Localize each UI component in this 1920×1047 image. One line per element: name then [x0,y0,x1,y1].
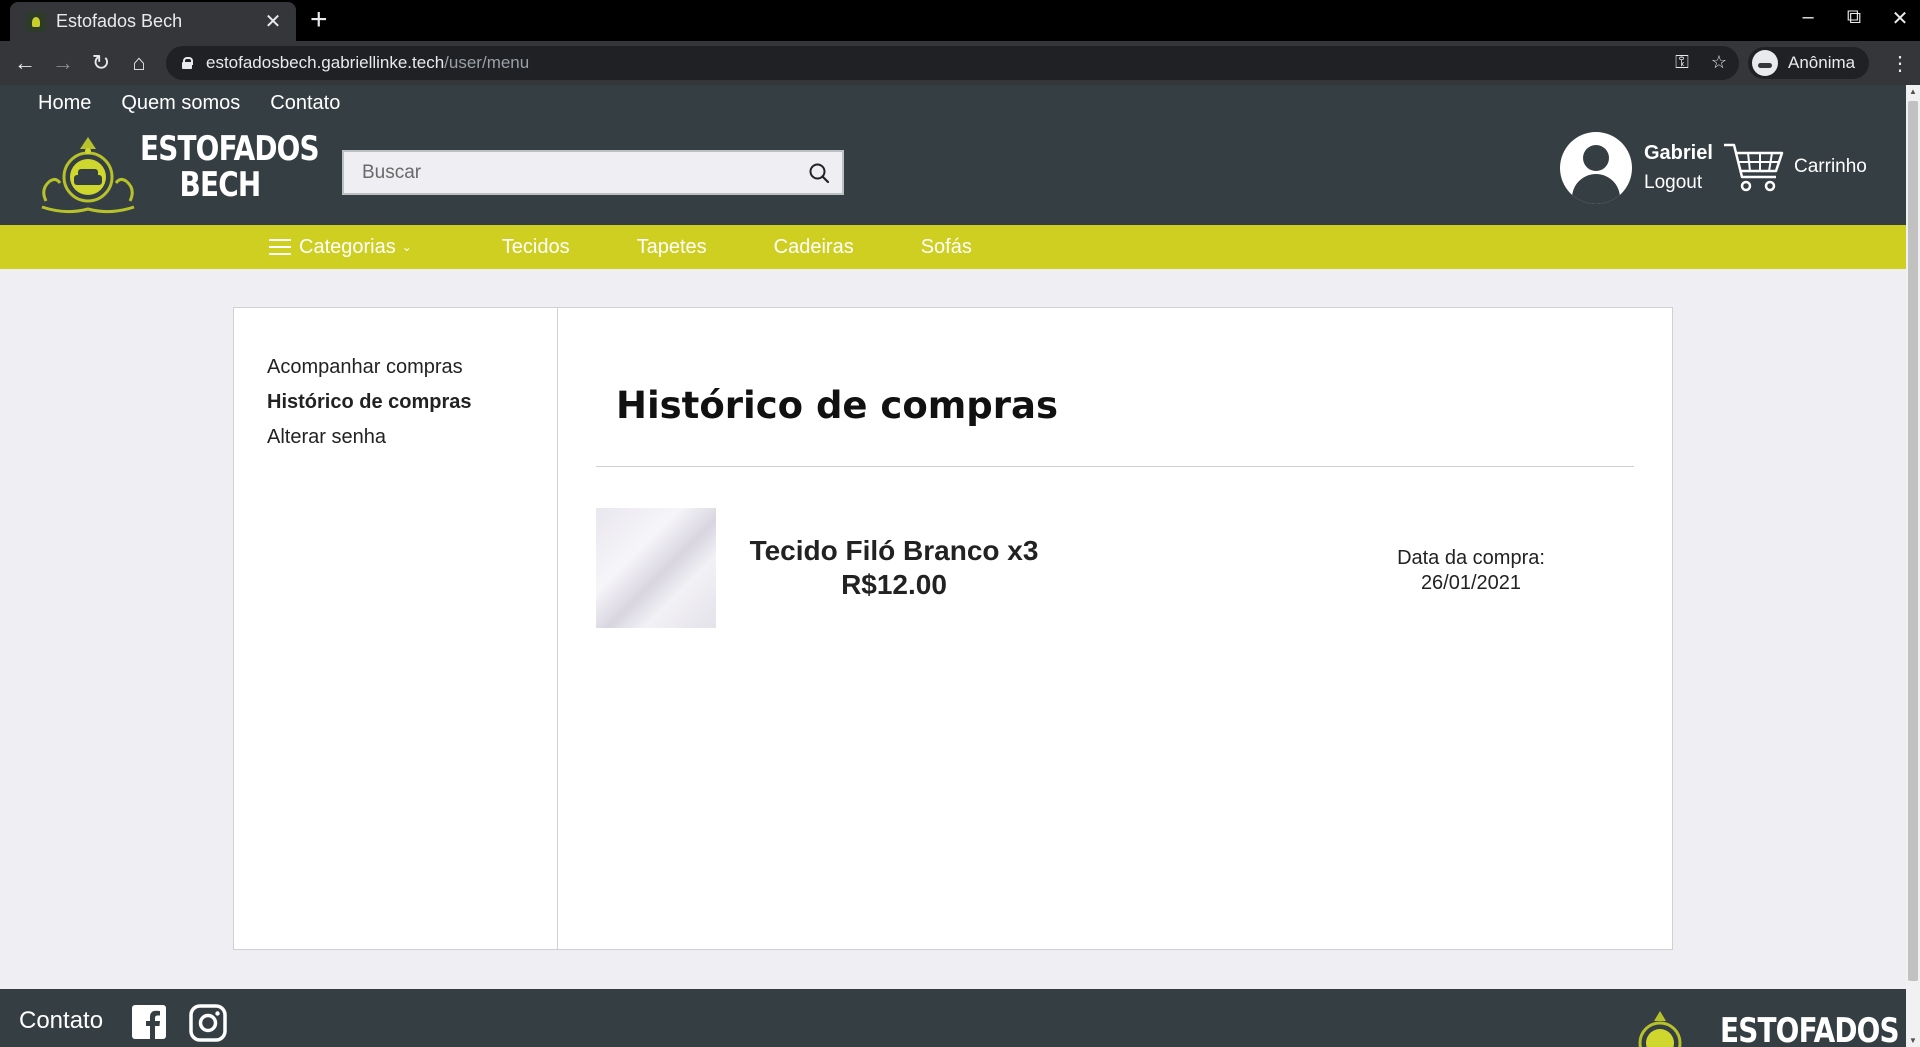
lock-icon[interactable] [182,57,193,69]
search-box [342,150,844,195]
cart-label: Carrinho [1794,156,1867,177]
site-footer: Contato ESTOFADOS [0,989,1906,1047]
logo-line-1: ESTOFADOS [140,129,320,169]
browser-tabbar: Estofados Bech ✕ + – ⧉ ✕ [0,0,1920,41]
key-icon[interactable]: ⚿ [1675,52,1689,73]
url-host: estofadosbech.gabriellinke.tech [206,53,445,72]
divider [596,466,1634,467]
restore-icon[interactable]: ⧉ [1844,6,1864,31]
footer-contato-label: Contato [19,1007,104,1034]
browser-toolbar: ← → ↻ ⌂ estofadosbech.gabriellinke.tech /… [0,41,1920,85]
category-tapetes[interactable]: Tapetes [637,236,707,259]
user-body-icon [1572,174,1620,204]
close-tab-icon[interactable]: ✕ [262,9,284,34]
incognito-icon [1752,50,1778,76]
search-input[interactable] [344,152,796,193]
avatar[interactable] [1560,132,1632,204]
categories-label: Categorias [299,235,396,258]
user-area: Gabriel Logout [1560,132,1713,204]
page-title: Histórico de compras [616,384,1059,427]
sidebar-item-historico-compras[interactable]: Histórico de compras [267,385,557,420]
category-bar: Categorias ⌄ Tecidos Tapetes Cadeiras So… [0,225,1906,269]
cart-icon [1724,143,1784,192]
chevron-down-icon: ⌄ [401,240,412,254]
search-icon[interactable] [796,152,842,193]
address-bar[interactable]: estofadosbech.gabriellinke.tech/user/men… [166,46,1739,80]
sidebar-item-alterar-senha[interactable]: Alterar senha [267,420,557,455]
facebook-icon[interactable] [132,1005,166,1039]
browser-tab[interactable]: Estofados Bech ✕ [10,2,296,41]
category-sofas[interactable]: Sofás [921,236,972,259]
order-date: Data da compra: 26/01/2021 [1346,546,1596,596]
account-card: Acompanhar compras Histórico de compras … [233,307,1673,950]
user-head-icon [1583,145,1609,171]
user-name: Gabriel [1644,142,1713,164]
home-icon[interactable]: ⌂ [120,50,158,76]
nav-home[interactable]: Home [38,92,91,115]
sidebar-item-acompanhar-compras[interactable]: Acompanhar compras [267,350,557,385]
category-tecidos[interactable]: Tecidos [502,236,570,259]
logo-line-2: BECH [179,165,262,205]
account-content: Histórico de compras Tecido Filó Branco … [558,308,1672,949]
order-date-value: 26/01/2021 [1420,572,1522,594]
url-path: /user/menu [444,53,530,72]
product-image[interactable] [596,508,716,628]
hamburger-icon [269,239,291,255]
armchair-emblem-icon [41,137,135,214]
order-info: Tecido Filó Branco x3 R$12.00 [746,534,1042,602]
scroll-down-icon[interactable]: ▼ [1909,1036,1917,1045]
site-logo[interactable]: ESTOFADOS BECH [36,129,320,219]
back-icon[interactable]: ← [6,50,44,76]
site-header: Home Quem somos Contato ESTOFADOS BECH B… [0,85,1906,225]
instagram-icon[interactable] [189,1004,227,1042]
page-scrollbar[interactable]: ▲ ▼ [1906,85,1920,1047]
minimize-icon[interactable]: – [1798,6,1818,31]
favicon-icon [26,11,46,32]
nav-quem-somos[interactable]: Quem somos [121,92,240,115]
category-cadeiras[interactable]: Cadeiras [774,236,854,259]
scroll-thumb[interactable] [1908,101,1918,981]
profile-button[interactable]: Anônima [1748,47,1870,79]
scroll-up-icon[interactable]: ▲ [1909,87,1917,96]
forward-icon[interactable]: → [44,50,82,76]
tab-title: Estofados Bech [56,11,183,31]
footer-logo[interactable]: ESTOFADOS [1620,1007,1900,1047]
footer-logo-text: ESTOFADOS [1720,1011,1900,1047]
product-name: Tecido Filó Branco x3 [749,535,1039,566]
order-row: Tecido Filó Branco x3 R$12.00 Data da co… [596,508,1634,628]
window-controls: – ⧉ ✕ [1798,6,1910,31]
new-tab-button[interactable]: + [310,4,328,36]
cart-link[interactable]: Carrinho [1722,139,1867,195]
order-date-label: Data da compra: [1397,547,1545,569]
logout-link[interactable]: Logout [1644,168,1713,198]
account-sidebar: Acompanhar compras Histórico de compras … [234,308,558,949]
categories-dropdown[interactable]: Categorias ⌄ [269,236,412,259]
menu-kebab-icon[interactable]: ⋮ [1890,51,1910,76]
profile-label: Anônima [1788,53,1856,72]
close-window-icon[interactable]: ✕ [1890,6,1910,31]
top-nav: Home Quem somos Contato [38,92,340,115]
footer-emblem-icon [1638,1011,1682,1047]
logo-wordmark: ESTOFADOS BECH [140,129,320,205]
page: Home Quem somos Contato ESTOFADOS BECH B… [0,85,1906,1047]
nav-contato[interactable]: Contato [270,92,340,115]
product-price: R$12.00 [841,569,947,600]
reload-icon[interactable]: ↻ [82,50,120,76]
star-icon[interactable]: ☆ [1711,52,1727,73]
